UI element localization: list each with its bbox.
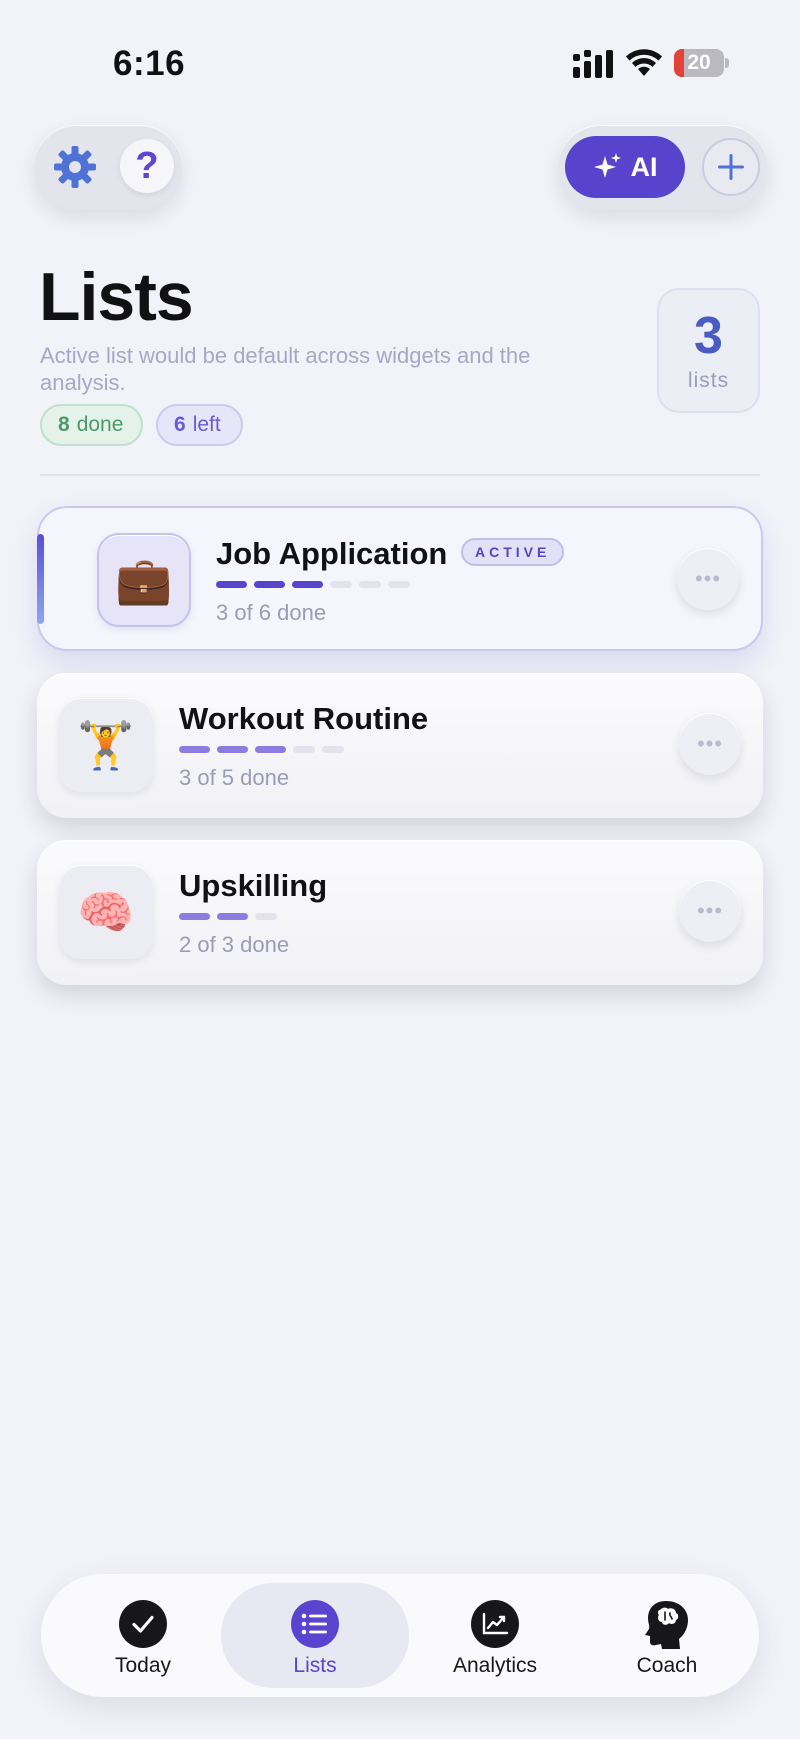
chart-icon [471, 1600, 519, 1648]
head-brain-icon [643, 1600, 691, 1649]
progress-segment-remaining [293, 746, 315, 753]
list-meta: 3 of 5 done [179, 765, 290, 790]
tab-today[interactable]: Today [57, 1574, 229, 1697]
done-count-chip: 8 done [40, 404, 143, 446]
tab-bar: Today Lists Analytics Coach [41, 1574, 759, 1697]
list-meta: 3 of 6 done [216, 600, 327, 625]
briefcase-icon: 💼 [97, 533, 191, 627]
gear-icon [54, 146, 96, 188]
status-bar: 6:16 20 [0, 0, 800, 110]
help-button[interactable]: ? [120, 139, 174, 193]
checkmark-icon [119, 1600, 167, 1648]
left-label: left [192, 413, 221, 436]
tab-coach[interactable]: Coach [581, 1574, 753, 1697]
page-title: Lists [39, 259, 194, 335]
list-count-card: 3 lists [657, 288, 760, 413]
more-options-button[interactable]: ••• [679, 880, 741, 942]
tab-label: Coach [636, 1654, 698, 1677]
list-count-label: lists [687, 369, 730, 393]
progress-segment-remaining [330, 581, 352, 588]
ai-button-label: AI [630, 151, 658, 182]
more-options-button[interactable]: ••• [677, 548, 739, 610]
tab-label: Lists [293, 1654, 337, 1677]
weightlifter-icon: 🏋️ [59, 698, 153, 792]
list-icon [291, 1600, 339, 1648]
progress-segment-done [217, 746, 248, 753]
active-accent-bar [37, 534, 44, 624]
progress-bar [216, 581, 410, 588]
progress-segment-done [179, 913, 210, 920]
tab-label: Today [114, 1654, 172, 1677]
battery-indicator: 20 [674, 49, 729, 77]
progress-segment-done [179, 746, 210, 753]
progress-segment-remaining [388, 581, 410, 588]
list-count: 3 [694, 307, 723, 365]
more-options-button[interactable]: ••• [679, 713, 741, 775]
list-card-job-application[interactable]: 💼 Job Application ACTIVE 3 of 6 done ••• [37, 506, 763, 651]
progress-bar [179, 746, 344, 753]
list-title: Workout Routine [179, 701, 429, 736]
progress-segment-done [255, 746, 286, 753]
progress-segment-done [292, 581, 323, 588]
question-mark-icon: ? [135, 145, 159, 187]
plus-icon [718, 154, 744, 180]
progress-segment-done [254, 581, 285, 588]
list-card-workout-routine[interactable]: 🏋️ Workout Routine 3 of 5 done ••• [37, 673, 763, 818]
divider [40, 474, 760, 476]
progress-bar [179, 913, 277, 920]
left-count-chip: 6 left [156, 404, 243, 446]
sparkles-icon [593, 153, 621, 178]
add-list-button[interactable] [702, 138, 760, 196]
settings-button[interactable] [50, 142, 100, 192]
tab-label: Analytics [452, 1654, 538, 1677]
progress-segment-remaining [255, 913, 277, 920]
page-subtitle: Active list would be default across widg… [40, 343, 531, 395]
battery-level: 20 [687, 51, 711, 74]
progress-segment-done [216, 581, 247, 588]
ai-add-group: AI [558, 125, 768, 210]
list-meta: 2 of 3 done [179, 932, 290, 957]
done-label: done [76, 413, 124, 436]
wifi-icon [626, 49, 662, 76]
done-count: 8 [58, 413, 70, 436]
progress-segment-remaining [322, 746, 344, 753]
active-badge: ACTIVE [461, 538, 565, 566]
status-time: 6:16 [113, 44, 186, 83]
tab-analytics[interactable]: Analytics [409, 1574, 581, 1697]
progress-segment-done [217, 913, 248, 920]
brain-icon: 🧠 [59, 865, 153, 959]
tab-lists[interactable]: Lists [221, 1574, 409, 1697]
progress-segment-remaining [359, 581, 381, 588]
cellular-signal-icon [573, 50, 613, 78]
list-card-upskilling[interactable]: 🧠 Upskilling 2 of 3 done ••• [37, 840, 763, 985]
settings-help-group: ? [34, 125, 182, 210]
list-title: Upskilling [179, 868, 328, 903]
left-count: 6 [174, 413, 186, 436]
list-title: Job Application [216, 536, 448, 571]
ai-button[interactable]: AI [565, 136, 685, 198]
